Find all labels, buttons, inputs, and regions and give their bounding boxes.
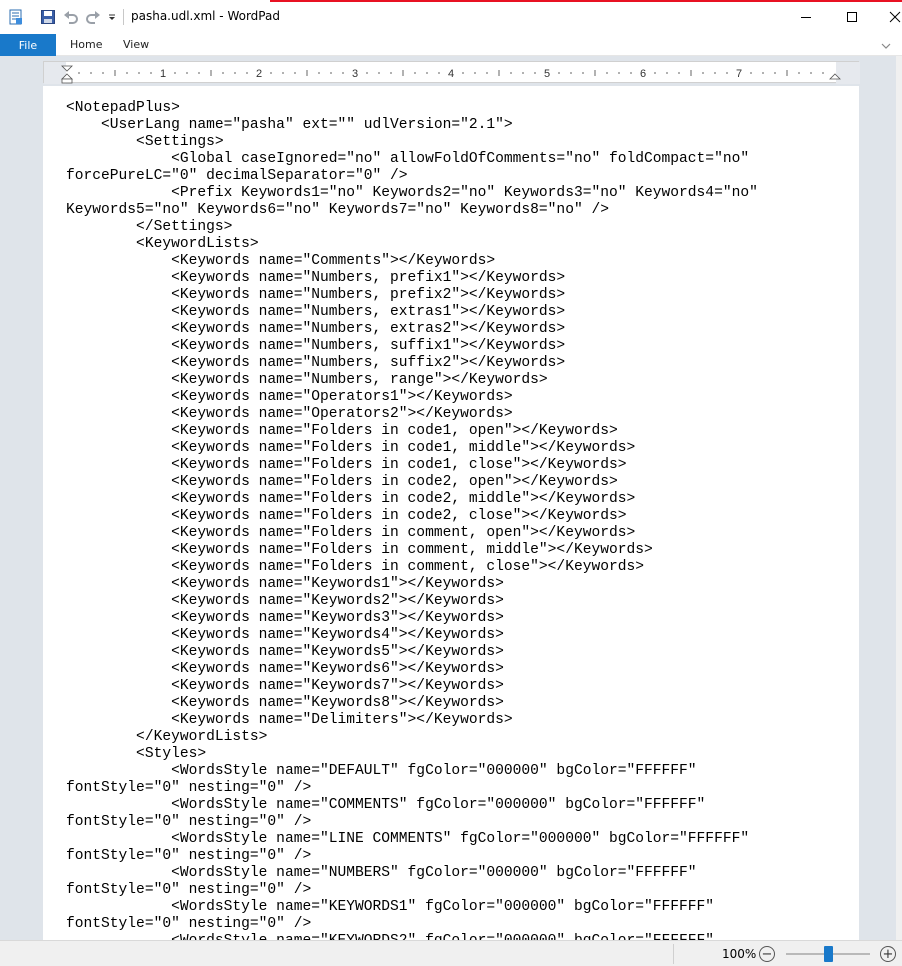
zoom-level-label: 100% (722, 947, 757, 961)
ruler-number: 1 (160, 68, 166, 80)
document-line: </Settings> (66, 219, 233, 235)
ruler-number: 2 (256, 68, 262, 80)
title-separator (123, 9, 124, 25)
close-button[interactable] (875, 0, 902, 34)
document-line: <Keywords name="Keywords5"></Keywords> (66, 644, 504, 660)
tab-home[interactable]: Home (70, 38, 102, 51)
document-workspace: 1 2 3 4 5 6 7 <NotepadPlus> <UserLang name="pa… (0, 56, 902, 940)
document-line: <Keywords name="Keywords4"></Keywords> (66, 627, 504, 643)
document-line: <Keywords name="Numbers, prefix2"></Keyw… (66, 287, 566, 303)
ruler[interactable]: 1 2 3 4 5 6 7 (43, 61, 860, 84)
maximize-icon (847, 12, 857, 22)
document-line: <WordsStyle name="LINE COMMENTS" fgColor… (66, 831, 750, 847)
document-line: fontStyle="0" nesting="0" /> (66, 780, 312, 796)
document-line: </KeywordLists> (66, 729, 268, 745)
document-line: <Keywords name="Numbers, extras1"></Keyw… (66, 304, 566, 320)
document-line: <Keywords name="Keywords6"></Keywords> (66, 661, 504, 677)
minimize-icon (801, 17, 811, 18)
status-separator (673, 944, 674, 964)
document-line: fontStyle="0" nesting="0" /> (66, 882, 312, 898)
document-line: <Prefix Keywords1="no" Keywords2="no" Ke… (66, 185, 758, 201)
ruler-number: 5 (544, 68, 550, 80)
document-line: <WordsStyle name="NUMBERS" fgColor="0000… (66, 865, 697, 881)
document-line: <WordsStyle name="COMMENTS" fgColor="000… (66, 797, 706, 813)
dropdown-icon[interactable] (105, 8, 119, 26)
document-line: <Keywords name="Folders in code2, open">… (66, 474, 618, 490)
document-line: <Keywords name="Keywords3"></Keywords> (66, 610, 504, 626)
document-line: <NotepadPlus> (66, 100, 180, 116)
window-title: pasha.udl.xml - WordPad (131, 9, 280, 23)
document-line: <Keywords name="Operators2"></Keywords> (66, 406, 513, 422)
document-line: <Styles> (66, 746, 207, 762)
undo-icon[interactable] (61, 8, 81, 26)
document-line: <Keywords name="Keywords2"></Keywords> (66, 593, 504, 609)
ruler-number: 3 (352, 68, 358, 80)
document-line: <Keywords name="Keywords1"></Keywords> (66, 576, 504, 592)
redo-icon[interactable] (83, 8, 103, 26)
maximize-button[interactable] (829, 0, 875, 34)
ribbon-tab-bar: File Home View (0, 34, 902, 56)
document-line: <Keywords name="Operators1"></Keywords> (66, 389, 513, 405)
ruler-scale: 1 2 3 4 5 6 7 (44, 62, 860, 84)
zoom-in-button[interactable]: + (880, 946, 896, 962)
document-line: <UserLang name="pasha" ext="" udlVersion… (66, 117, 513, 133)
document-line: <Keywords name="Folders in comment, midd… (66, 542, 653, 558)
ruler-number: 6 (640, 68, 646, 80)
document-text[interactable]: <NotepadPlus> <UserLang name="pasha" ext… (66, 100, 758, 940)
save-icon[interactable] (38, 8, 58, 26)
document-line: <Keywords name="Folders in code1, close"… (66, 457, 627, 473)
document-line: <Keywords name="Numbers, prefix1"></Keyw… (66, 270, 566, 286)
document-line: <Settings> (66, 134, 224, 150)
ruler-number: 7 (736, 68, 742, 80)
document-line: <WordsStyle name="KEYWORDS1" fgColor="00… (66, 899, 715, 915)
document-line: <Keywords name="Numbers, suffix1"></Keyw… (66, 338, 566, 354)
tab-view[interactable]: View (123, 38, 149, 51)
document-line: fontStyle="0" nesting="0" /> (66, 814, 312, 830)
document-line: <Keywords name="Folders in code1, middle… (66, 440, 636, 456)
document-line: <Keywords name="Folders in comment, open… (66, 525, 636, 541)
wordpad-icon[interactable] (6, 8, 26, 26)
document-line: <Keywords name="Folders in code1, open">… (66, 423, 618, 439)
document-line: <KeywordLists> (66, 236, 259, 252)
document-line: <Keywords name="Folders in code2, middle… (66, 491, 636, 507)
document-line: <Keywords name="Delimiters"></Keywords> (66, 712, 513, 728)
document-line: <Keywords name="Numbers, extras2"></Keyw… (66, 321, 566, 337)
title-bar: pasha.udl.xml - WordPad (0, 0, 902, 34)
document-line: Keywords5="no" Keywords6="no" Keywords7=… (66, 202, 609, 218)
document-line: <Global caseIgnored="no" allowFoldOfComm… (66, 151, 750, 167)
zoom-out-button[interactable]: − (759, 946, 775, 962)
document-line: <Keywords name="Numbers, suffix2"></Keyw… (66, 355, 566, 371)
tab-file[interactable]: File (0, 34, 56, 56)
document-line: fontStyle="0" nesting="0" /> (66, 916, 312, 932)
ruler-ticks: 1 2 3 4 5 6 7 (78, 68, 824, 80)
document-line: <WordsStyle name="DEFAULT" fgColor="0000… (66, 763, 697, 779)
zoom-slider-thumb[interactable] (823, 946, 833, 962)
status-bar: 100% − + (0, 940, 902, 966)
document-line: <WordsStyle name="KEYWORDS2" fgColor="00… (66, 933, 758, 940)
document-line: <Keywords name="Folders in code2, close"… (66, 508, 627, 524)
ruler-number: 4 (448, 68, 454, 80)
document-line: <Keywords name="Comments"></Keywords> (66, 253, 496, 269)
vertical-scrollbar[interactable] (896, 56, 902, 940)
document-line: <Keywords name="Keywords8"></Keywords> (66, 695, 504, 711)
document-line: <Keywords name="Folders in comment, clos… (66, 559, 645, 575)
document-line: <Keywords name="Numbers, range"></Keywor… (66, 372, 548, 388)
document-line: forcePureLC="0" decimalSeparator="0" /> (66, 168, 408, 184)
document-line: <Keywords name="Keywords7"></Keywords> (66, 678, 504, 694)
document-page[interactable]: <NotepadPlus> <UserLang name="pasha" ext… (43, 86, 859, 940)
minimize-button[interactable] (783, 0, 829, 34)
close-icon (889, 11, 901, 23)
chevron-down-icon[interactable] (880, 38, 892, 56)
document-line: fontStyle="0" nesting="0" /> (66, 848, 312, 864)
